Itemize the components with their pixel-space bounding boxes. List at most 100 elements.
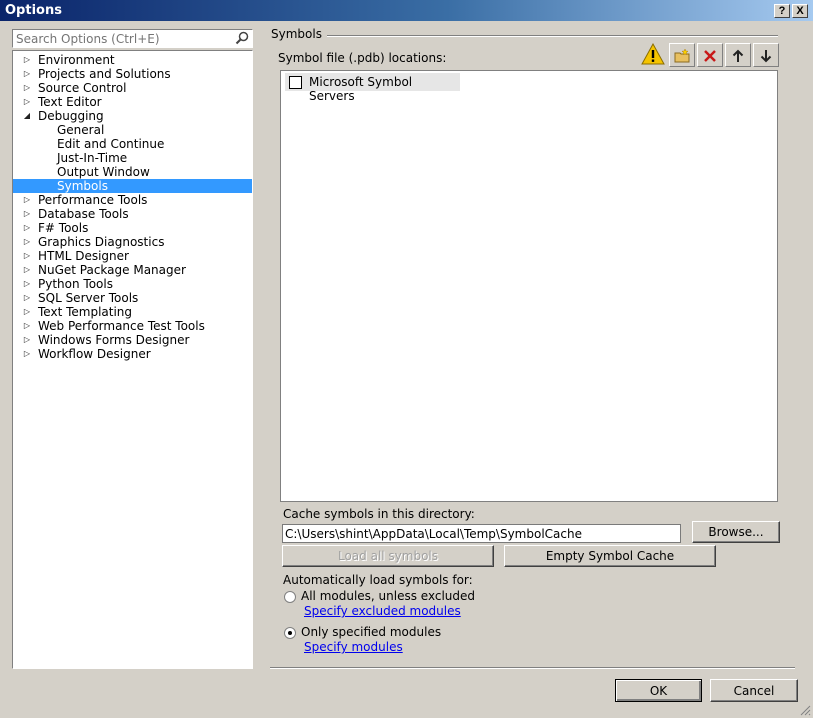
- cache-directory-label: Cache symbols in this directory:: [283, 507, 475, 521]
- cache-directory-input[interactable]: [282, 524, 681, 543]
- options-tree: ▷ Environment ▷ Projects and Solutions ▷ Sour…: [12, 50, 253, 669]
- specify-excluded-modules-link[interactable]: Specify excluded modules: [304, 604, 461, 618]
- tree-item-label: Edit and Continue: [57, 137, 165, 151]
- tree-item-python-tools[interactable]: ▷ Python Tools: [13, 277, 252, 291]
- tree-item-label: Database Tools: [38, 207, 129, 221]
- tree-item-text-templating[interactable]: ▷ Text Templating: [13, 305, 252, 319]
- tree-item-label: Debugging: [38, 109, 104, 123]
- tree-item-debugging[interactable]: ◢ Debugging: [13, 109, 252, 123]
- collapsed-arrow-icon[interactable]: ▷: [22, 221, 32, 235]
- tree-item-label: Output Window: [57, 165, 150, 179]
- list-item[interactable]: Microsoft Symbol Servers: [285, 73, 460, 103]
- tree-item-label: General: [57, 123, 105, 137]
- tree-item-edit-and-continue[interactable]: Edit and Continue: [13, 137, 252, 151]
- collapsed-arrow-icon[interactable]: ▷: [22, 347, 32, 361]
- remove-location-button[interactable]: [697, 43, 723, 67]
- symbol-locations-label: Symbol file (.pdb) locations:: [278, 51, 447, 65]
- ok-button[interactable]: OK: [615, 679, 702, 702]
- tree-item-f-tools[interactable]: ▷ F# Tools: [13, 221, 252, 235]
- collapsed-arrow-icon[interactable]: ▷: [22, 193, 32, 207]
- new-location-button[interactable]: [669, 43, 695, 67]
- close-button[interactable]: X: [792, 4, 808, 18]
- empty-symbol-cache-button[interactable]: Empty Symbol Cache: [504, 545, 716, 567]
- tree-item-sql-server-tools[interactable]: ▷ SQL Server Tools: [13, 291, 252, 305]
- specify-modules-link[interactable]: Specify modules: [304, 640, 403, 654]
- collapsed-arrow-icon[interactable]: ▷: [22, 277, 32, 291]
- expanded-arrow-icon[interactable]: ◢: [22, 109, 32, 123]
- tree-item-symbols[interactable]: Symbols: [13, 179, 252, 193]
- tree-item-output-window[interactable]: Output Window: [13, 165, 252, 179]
- new-folder-icon: [674, 48, 690, 63]
- tree-item-general[interactable]: General: [13, 123, 252, 137]
- tree-item-label: Environment: [38, 53, 115, 67]
- collapsed-arrow-icon[interactable]: ▷: [22, 305, 32, 319]
- tree-item-html-designer[interactable]: ▷ HTML Designer: [13, 249, 252, 263]
- help-button[interactable]: ?: [774, 4, 790, 18]
- tree-item-performance-tools[interactable]: ▷ Performance Tools: [13, 193, 252, 207]
- tree-item-label: Web Performance Test Tools: [38, 319, 205, 333]
- tree-item-label: Windows Forms Designer: [38, 333, 190, 347]
- tree-item-nuget-package-manager[interactable]: ▷ NuGet Package Manager: [13, 263, 252, 277]
- tree-item-label: Text Templating: [38, 305, 133, 319]
- symbol-server-checkbox[interactable]: [289, 76, 302, 89]
- tree-item-projects-and-solutions[interactable]: ▷ Projects and Solutions: [13, 67, 252, 81]
- tree-item-label: Symbols: [57, 179, 108, 193]
- resize-grip-icon[interactable]: [799, 704, 811, 716]
- collapsed-arrow-icon[interactable]: ▷: [22, 207, 32, 221]
- collapsed-arrow-icon[interactable]: ▷: [22, 67, 32, 81]
- move-up-button[interactable]: [725, 43, 751, 67]
- all-modules-radio[interactable]: [284, 591, 296, 603]
- footer-divider: [270, 667, 795, 669]
- symbol-locations-list[interactable]: Microsoft Symbol Servers: [280, 70, 778, 502]
- collapsed-arrow-icon[interactable]: ▷: [22, 263, 32, 277]
- search-input[interactable]: [13, 30, 233, 47]
- collapsed-arrow-icon[interactable]: ▷: [22, 333, 32, 347]
- tree-item-label: F# Tools: [38, 221, 89, 235]
- cancel-button[interactable]: Cancel: [710, 679, 798, 702]
- move-down-button[interactable]: [753, 43, 779, 67]
- tree-item-label: HTML Designer: [38, 249, 129, 263]
- tree-item-label: Workflow Designer: [38, 347, 151, 361]
- tree-item-label: Python Tools: [38, 277, 113, 291]
- tree-item-windows-forms-designer[interactable]: ▷ Windows Forms Designer: [13, 333, 252, 347]
- tree-item-label: Projects and Solutions: [38, 67, 171, 81]
- collapsed-arrow-icon[interactable]: ▷: [22, 81, 32, 95]
- tree-item-database-tools[interactable]: ▷ Database Tools: [13, 207, 252, 221]
- tree-item-source-control[interactable]: ▷ Source Control: [13, 81, 252, 95]
- tree-item-label: Performance Tools: [38, 193, 148, 207]
- delete-icon: [704, 50, 716, 62]
- browse-button[interactable]: Browse...: [692, 521, 780, 543]
- collapsed-arrow-icon[interactable]: ▷: [22, 53, 32, 67]
- tree-item-text-editor[interactable]: ▷ Text Editor: [13, 95, 252, 109]
- only-specified-modules-radio[interactable]: [284, 627, 296, 639]
- title-bar[interactable]: Options ? X: [0, 0, 813, 22]
- arrow-down-icon: [760, 50, 772, 63]
- tree-item-just-in-time[interactable]: Just-In-Time: [13, 151, 252, 165]
- all-modules-label[interactable]: All modules, unless excluded: [301, 589, 475, 603]
- page-title: Symbols: [271, 27, 322, 41]
- section-divider: [327, 35, 778, 37]
- collapsed-arrow-icon[interactable]: ▷: [22, 249, 32, 263]
- collapsed-arrow-icon[interactable]: ▷: [22, 95, 32, 109]
- search-box: [12, 29, 253, 48]
- load-all-symbols-button[interactable]: Load all symbols: [282, 545, 494, 567]
- tree-item-label: NuGet Package Manager: [38, 263, 186, 277]
- collapsed-arrow-icon[interactable]: ▷: [22, 291, 32, 305]
- tree-item-web-performance-test-tools[interactable]: ▷ Web Performance Test Tools: [13, 319, 252, 333]
- auto-load-label: Automatically load symbols for:: [283, 573, 473, 587]
- list-item-label: Microsoft Symbol Servers: [309, 75, 413, 103]
- tree-item-environment[interactable]: ▷ Environment: [13, 53, 252, 67]
- window-title: Options: [5, 3, 62, 18]
- collapsed-arrow-icon[interactable]: ▷: [22, 319, 32, 333]
- tree-item-label: Source Control: [38, 81, 127, 95]
- tree-item-label: Graphics Diagnostics: [38, 235, 165, 249]
- tree-item-label: Text Editor: [38, 95, 102, 109]
- tree-item-label: SQL Server Tools: [38, 291, 139, 305]
- tree-item-graphics-diagnostics[interactable]: ▷ Graphics Diagnostics: [13, 235, 252, 249]
- search-icon[interactable]: [235, 31, 249, 45]
- tree-item-workflow-designer[interactable]: ▷ Workflow Designer: [13, 347, 252, 361]
- collapsed-arrow-icon[interactable]: ▷: [22, 235, 32, 249]
- arrow-up-icon: [732, 49, 744, 62]
- warning-icon: [641, 43, 665, 65]
- only-specified-modules-label[interactable]: Only specified modules: [301, 625, 441, 639]
